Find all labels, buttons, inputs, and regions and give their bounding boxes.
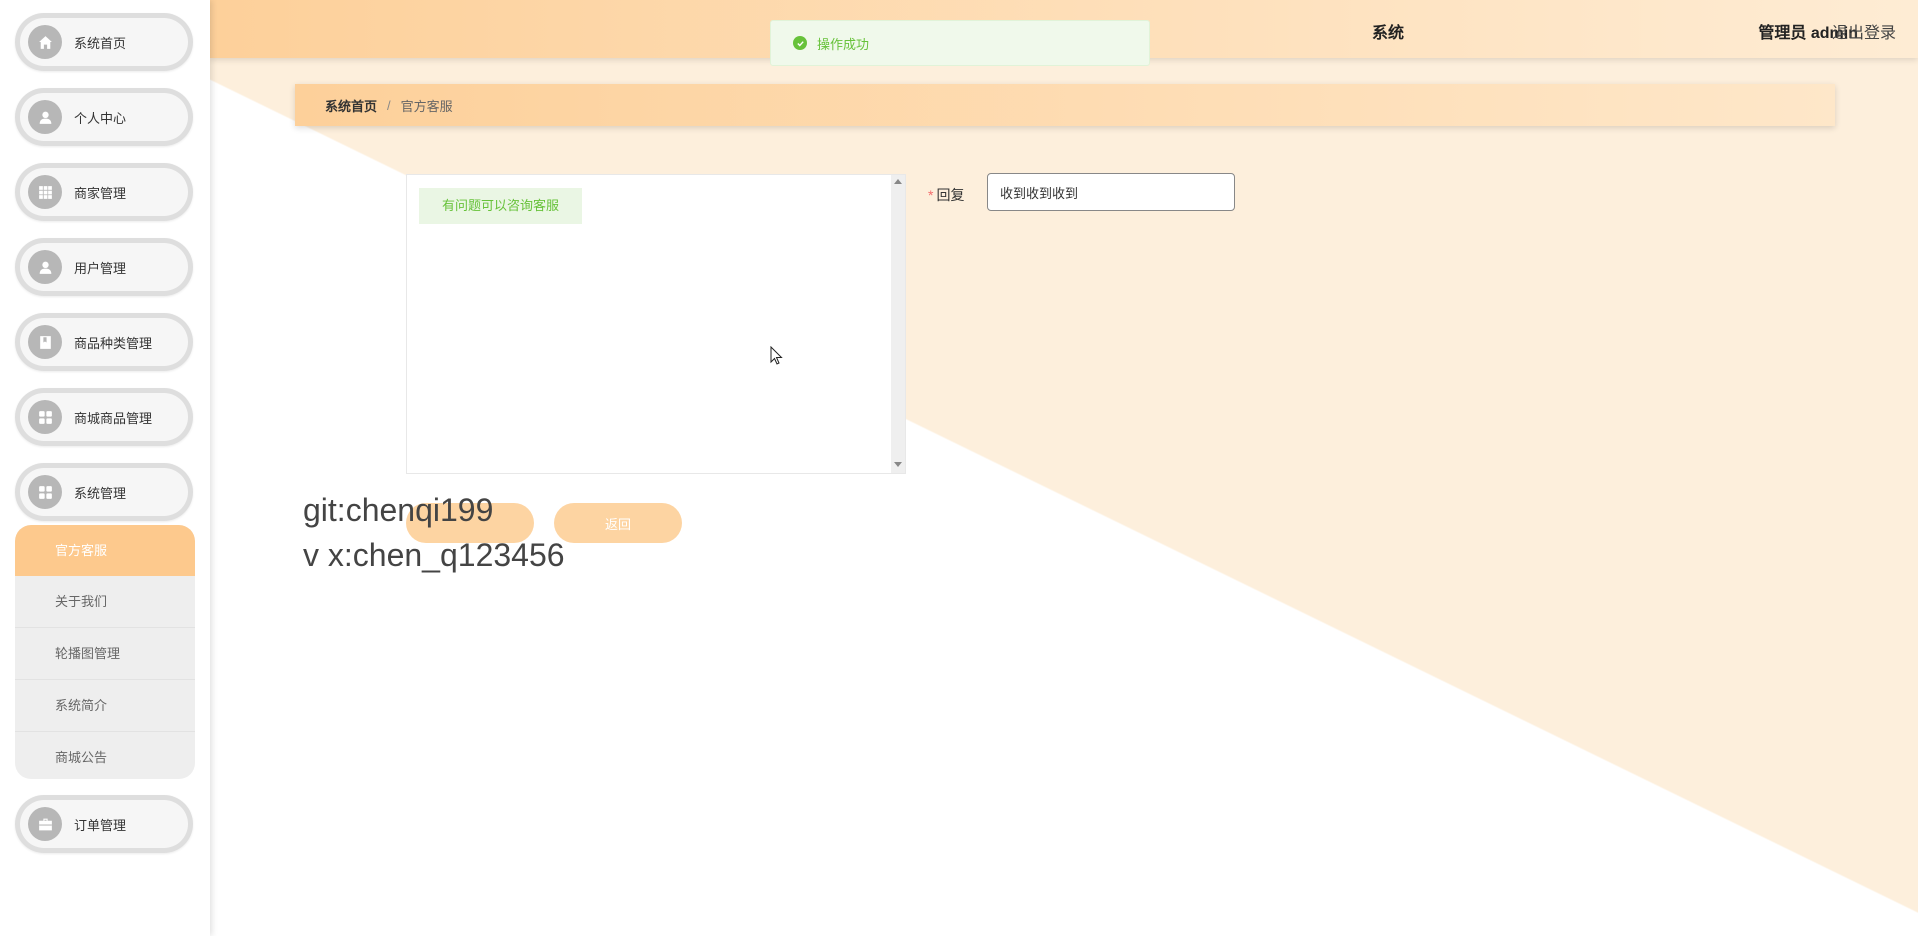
required-mark: * xyxy=(928,187,934,203)
scroll-down-arrow-icon[interactable] xyxy=(894,462,902,467)
sidebar-item-personal-center[interactable]: 个人中心 xyxy=(15,88,193,146)
sidebar-item-label: 商家管理 xyxy=(74,185,127,201)
reply-label-text: 回复 xyxy=(936,187,965,203)
reply-input[interactable] xyxy=(987,173,1235,211)
watermark-text: git:chenqi199 v x:chen_q123456 xyxy=(303,488,565,578)
user-icon xyxy=(28,100,62,134)
home-icon xyxy=(28,25,62,59)
reply-label: * 回复 xyxy=(928,185,964,205)
system-submenu: 官方客服 关于我们 轮播图管理 系统简介 商城公告 xyxy=(15,525,195,779)
submenu-item-official-service[interactable]: 官方客服 xyxy=(15,525,195,576)
check-circle-icon xyxy=(793,36,807,50)
breadcrumb: 系统首页 / 官方客服 xyxy=(295,84,1835,126)
breadcrumb-current: 官方客服 xyxy=(400,98,453,114)
chat-scrollbar[interactable] xyxy=(891,175,905,473)
submenu-item-announcement[interactable]: 商城公告 xyxy=(15,732,195,779)
sidebar-item-user-management[interactable]: 用户管理 xyxy=(15,238,193,296)
sidebar-item-order-management[interactable]: 订单管理 xyxy=(15,795,193,853)
app-title: 系统 xyxy=(1371,25,1404,42)
success-toast: 操作成功 xyxy=(770,20,1150,66)
apps-icon xyxy=(28,475,62,509)
sidebar-item-home[interactable]: 系统首页 xyxy=(15,13,193,71)
logout-link[interactable]: 退出登录 xyxy=(1832,19,1896,43)
briefcase-icon xyxy=(28,807,62,841)
sidebar-item-label: 系统管理 xyxy=(74,485,127,501)
book-icon xyxy=(28,325,62,359)
sidebar-item-category-management[interactable]: 商品种类管理 xyxy=(15,313,193,371)
sidebar-item-label: 订单管理 xyxy=(74,817,127,833)
submenu-item-carousel[interactable]: 轮播图管理 xyxy=(15,628,195,680)
breadcrumb-home[interactable]: 系统首页 xyxy=(325,96,377,115)
watermark-line-2: v x:chen_q123456 xyxy=(303,537,565,573)
watermark-line-1: git:chenqi199 xyxy=(303,492,494,528)
toast-message: 操作成功 xyxy=(817,36,870,52)
submenu-item-about-us[interactable]: 关于我们 xyxy=(15,576,195,628)
sidebar-item-label: 个人中心 xyxy=(74,110,127,126)
scroll-up-arrow-icon[interactable] xyxy=(894,179,902,184)
sidebar-item-label: 系统首页 xyxy=(74,35,127,51)
submenu-item-system-intro[interactable]: 系统简介 xyxy=(15,680,195,732)
back-button[interactable]: 返回 xyxy=(554,503,682,543)
sidebar-item-system-management[interactable]: 系统管理 xyxy=(15,463,193,521)
sidebar-item-label: 用户管理 xyxy=(74,260,127,276)
mouse-cursor-icon xyxy=(770,346,783,365)
breadcrumb-separator: / xyxy=(387,97,391,113)
sidebar: 系统首页 个人中心 商家管理 用户管理 商品种类管理 商城商品管理 系统管理 官… xyxy=(0,0,210,936)
apps-icon xyxy=(28,400,62,434)
user-icon xyxy=(28,250,62,284)
sidebar-item-label: 商城商品管理 xyxy=(74,410,153,426)
grid-icon xyxy=(28,175,62,209)
sidebar-item-label: 商品种类管理 xyxy=(74,335,153,351)
sidebar-item-merchant-management[interactable]: 商家管理 xyxy=(15,163,193,221)
sidebar-item-product-management[interactable]: 商城商品管理 xyxy=(15,388,193,446)
chat-message: 有问题可以咨询客服 xyxy=(419,188,583,224)
chat-history-box[interactable]: 有问题可以咨询客服 xyxy=(406,174,906,474)
